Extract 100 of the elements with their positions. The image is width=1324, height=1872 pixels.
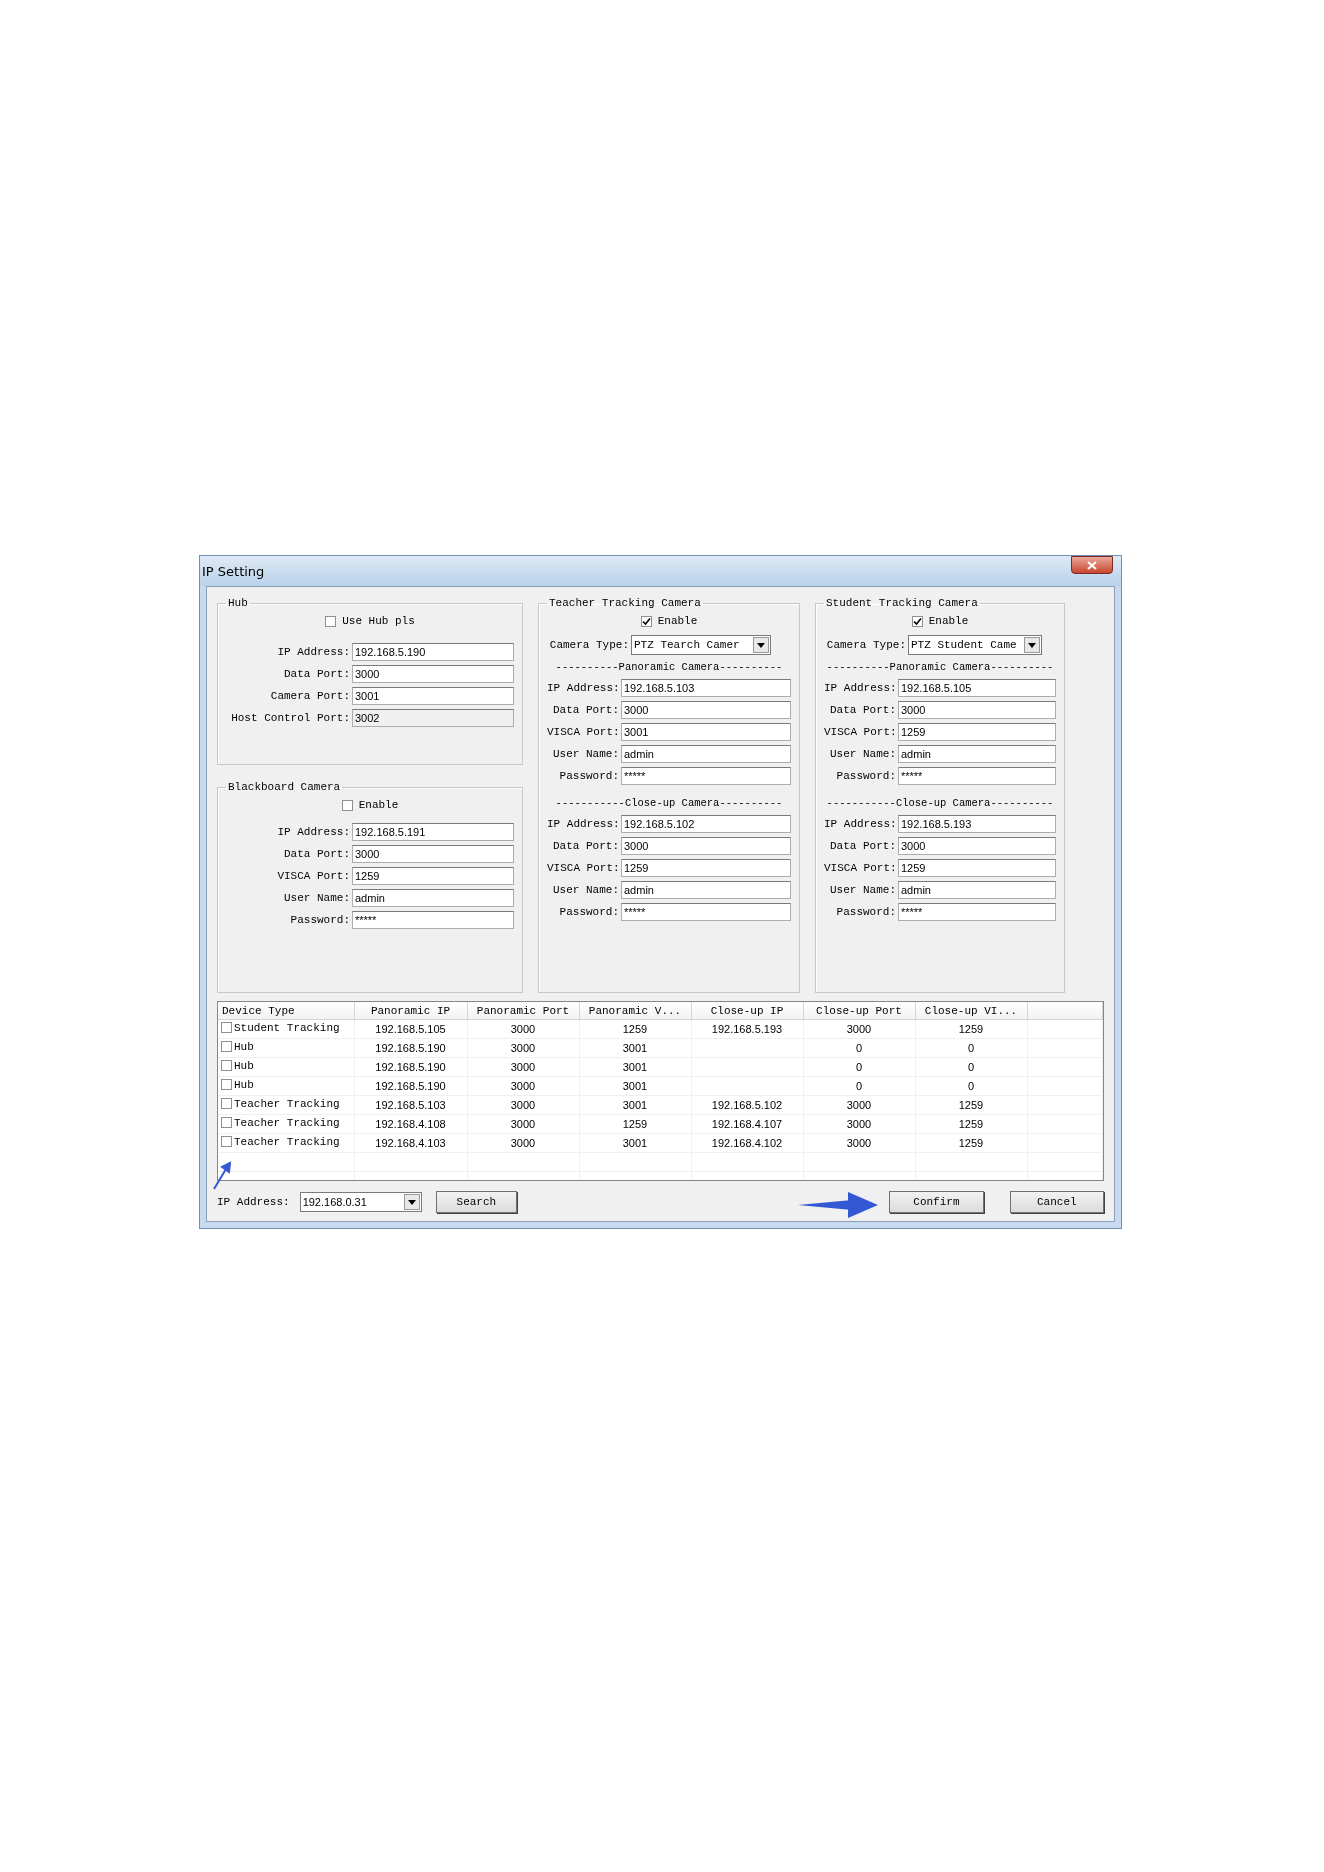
text-field[interactable]: 3001 xyxy=(352,687,514,705)
table-cell: 0 xyxy=(967,1061,975,1073)
column-header[interactable]: Device Type xyxy=(218,1002,354,1020)
section-heading: ----------Panoramic Camera---------- xyxy=(554,661,784,673)
row-checkbox[interactable] xyxy=(221,1041,232,1053)
camera-type-dropdown[interactable]: PTZ Tearch Camer xyxy=(631,635,771,655)
text-field[interactable]: admin xyxy=(621,881,791,899)
text-field[interactable]: 192.168.5.191 xyxy=(352,823,514,841)
field-label: Data Port: xyxy=(552,704,619,716)
table-cell: 192.168.5.190 xyxy=(375,1080,446,1092)
table-cell: 3001 xyxy=(622,1137,648,1149)
column-header[interactable]: Panoramic V... xyxy=(579,1002,691,1020)
text-field[interactable]: 3000 xyxy=(898,701,1056,719)
close-button[interactable] xyxy=(1071,556,1113,574)
table-cell: 3000 xyxy=(510,1023,536,1035)
table-cell: 192.168.5.102 xyxy=(711,1099,783,1111)
text-field[interactable]: ***** xyxy=(621,767,791,785)
text-field[interactable]: 192.168.5.103 xyxy=(621,679,791,697)
dropdown-arrow-icon xyxy=(407,1199,416,1205)
table-cell: 1259 xyxy=(622,1118,648,1130)
annotation-arrow xyxy=(212,1161,232,1191)
text-field[interactable]: 3000 xyxy=(898,837,1056,855)
text-field[interactable]: admin xyxy=(898,881,1056,899)
close-icon xyxy=(1087,560,1097,570)
text-field[interactable]: ***** xyxy=(352,911,514,929)
text-field[interactable]: 3000 xyxy=(352,845,514,863)
table-cell: 3000 xyxy=(846,1118,872,1130)
text-field[interactable]: ***** xyxy=(621,903,791,921)
field-label: VISCA Port: xyxy=(276,870,350,882)
table-cell: 1259 xyxy=(958,1118,984,1130)
checkbox[interactable] xyxy=(325,615,337,627)
cancel-button[interactable]: Cancel xyxy=(1009,1191,1104,1213)
confirm-button[interactable]: Confirm xyxy=(889,1191,984,1213)
dropdown-button[interactable] xyxy=(1024,637,1040,653)
text-field[interactable]: 1259 xyxy=(352,867,514,885)
group-title: Hub xyxy=(227,597,249,609)
field-label: VISCA Port: xyxy=(824,726,896,738)
column-header[interactable]: Close-up Port xyxy=(803,1002,915,1020)
text-field[interactable]: admin xyxy=(898,745,1056,763)
table-cell: 3000 xyxy=(846,1023,872,1035)
text-field[interactable]: 192.168.5.102 xyxy=(621,815,791,833)
text-field[interactable]: 3000 xyxy=(352,665,514,683)
text-field[interactable]: 192.168.5.190 xyxy=(352,643,514,661)
table-cell: 0 xyxy=(967,1042,975,1054)
row-checkbox[interactable] xyxy=(221,1136,232,1148)
dropdown-button[interactable] xyxy=(403,1194,420,1210)
text-field[interactable]: 3000 xyxy=(621,837,791,855)
dropdown-button[interactable] xyxy=(753,637,769,653)
text-field[interactable]: admin xyxy=(621,745,791,763)
text-field[interactable]: 192.168.5.105 xyxy=(898,679,1056,697)
text-field[interactable]: admin xyxy=(352,889,514,907)
ip-address-dropdown[interactable]: 192.168.0.31 xyxy=(299,1192,422,1212)
table-cell: 192.168.4.102 xyxy=(711,1137,783,1149)
group-title: Blackboard Camera xyxy=(227,781,342,793)
field-label: Data Port: xyxy=(283,848,350,860)
field-label: IP Address: xyxy=(276,646,350,658)
field-label: Camera Port: xyxy=(269,690,350,702)
table-cell: Teacher Tracking xyxy=(234,1135,340,1148)
table-cell: Hub xyxy=(234,1040,254,1053)
field-label: Data Port: xyxy=(829,704,896,716)
column-header[interactable]: Panoramic IP xyxy=(354,1002,467,1020)
text-field[interactable]: 3000 xyxy=(621,701,791,719)
row-checkbox[interactable] xyxy=(221,1117,232,1129)
window-title: IP Setting xyxy=(202,563,265,579)
table-cell: 1259 xyxy=(622,1023,648,1035)
table-cell: 3000 xyxy=(510,1118,536,1130)
table-cell: 192.168.4.108 xyxy=(375,1118,446,1130)
camera-type-dropdown[interactable]: PTZ Student Came xyxy=(908,635,1042,655)
table-cell: 3001 xyxy=(622,1080,648,1092)
field-label: IP Address: xyxy=(547,682,619,694)
column-header[interactable]: Close-up IP xyxy=(691,1002,803,1020)
text-field[interactable]: ***** xyxy=(898,903,1056,921)
text-field[interactable]: 192.168.5.193 xyxy=(898,815,1056,833)
table-cell: 3000 xyxy=(846,1137,872,1149)
field-label: IP Address: xyxy=(217,1196,290,1208)
column-header[interactable]: Panoramic Port xyxy=(467,1002,579,1020)
checkbox-label: Enable xyxy=(358,799,399,811)
section-heading: -----------Close-up Camera---------- xyxy=(825,797,1055,809)
row-checkbox[interactable] xyxy=(221,1060,232,1072)
dropdown-arrow-icon xyxy=(757,642,765,648)
search-button[interactable]: Search xyxy=(435,1191,518,1213)
checkbox[interactable] xyxy=(911,615,923,627)
row-checkbox[interactable] xyxy=(221,1022,232,1034)
table-cell: 3001 xyxy=(622,1042,648,1054)
text-field[interactable]: 3001 xyxy=(621,723,791,741)
text-field[interactable]: ***** xyxy=(898,767,1056,785)
table-cell: 3001 xyxy=(622,1099,648,1111)
field-label: VISCA Port: xyxy=(547,726,619,738)
row-checkbox[interactable] xyxy=(221,1098,232,1110)
text-field[interactable]: 1259 xyxy=(898,859,1056,877)
text-field[interactable]: 1259 xyxy=(621,859,791,877)
field-label: Password: xyxy=(558,906,619,918)
column-header[interactable]: Close-up VI... xyxy=(915,1002,1027,1020)
text-field[interactable]: 1259 xyxy=(898,723,1056,741)
checkbox[interactable] xyxy=(640,615,652,627)
table-cell: 0 xyxy=(967,1080,975,1092)
table-cell: 0 xyxy=(855,1061,863,1073)
row-checkbox[interactable] xyxy=(221,1079,232,1091)
table-cell: 192.168.5.103 xyxy=(375,1099,446,1111)
checkbox[interactable] xyxy=(341,799,353,811)
